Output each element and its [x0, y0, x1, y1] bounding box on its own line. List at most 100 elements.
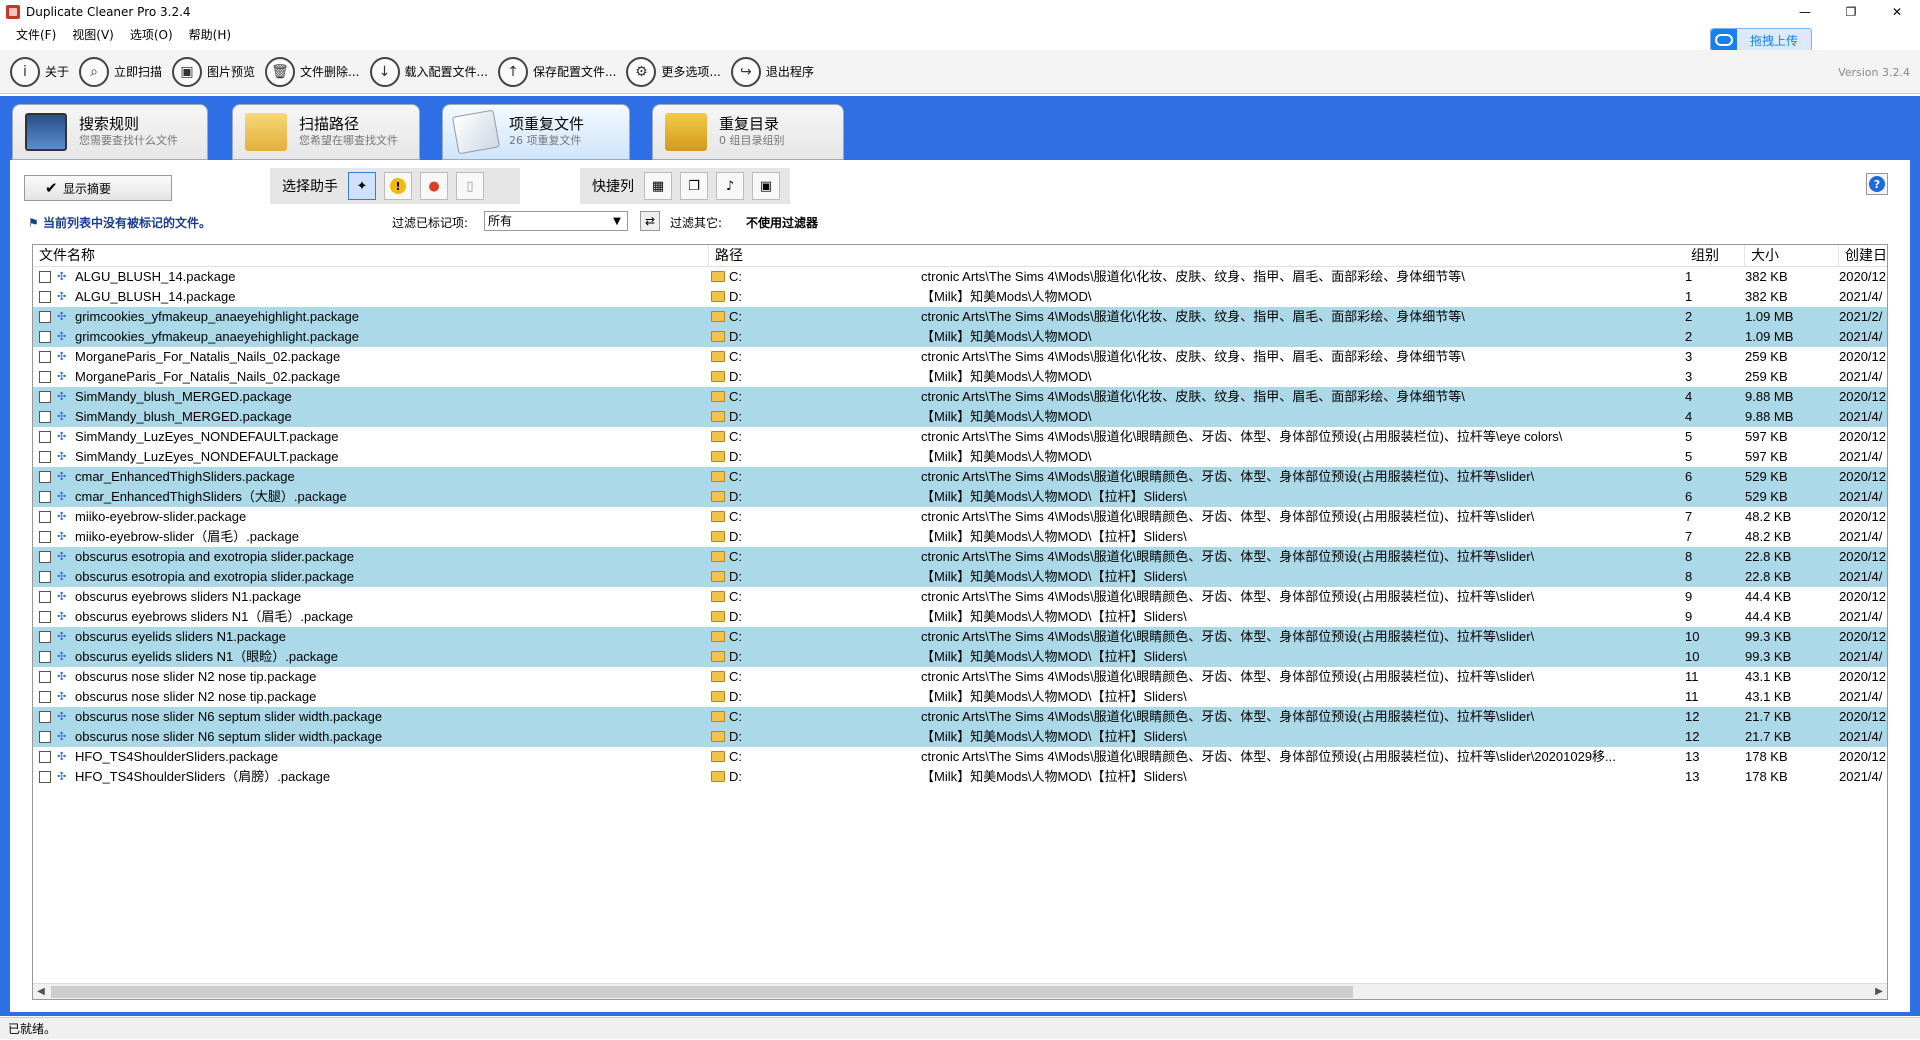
tab-scan-path[interactable]: 扫描路径 您希望在哪查找文件 [232, 104, 420, 160]
column-header-group[interactable]: 组别 [1685, 245, 1745, 267]
table-row[interactable]: ✣ obscurus nose slider N6 septum slider w… [33, 727, 1887, 747]
table-row[interactable]: ✣ obscurus eyebrows sliders N1.package C: c… [33, 587, 1887, 607]
table-row[interactable]: ✣ ALGU_BLUSH_14.package C: ctronic Arts\The… [33, 267, 1887, 287]
scroll-left-icon[interactable]: ◀ [33, 984, 49, 999]
maximize-button[interactable]: ❐ [1828, 0, 1874, 24]
row-checkbox[interactable] [39, 391, 51, 403]
tab-search-rules[interactable]: 搜索规则 您需要查找什么文件 [12, 104, 208, 160]
column-header-created[interactable]: 创建日 [1839, 245, 1887, 267]
row-checkbox[interactable] [39, 771, 51, 783]
refresh-button[interactable]: ⇄ [640, 211, 660, 231]
row-checkbox[interactable] [39, 471, 51, 483]
music-icon[interactable]: ♪ [716, 172, 744, 200]
table-row[interactable]: ✣ SimMandy_LuzEyes_NONDEFAULT.package C: ct… [33, 427, 1887, 447]
row-checkbox[interactable] [39, 451, 51, 463]
toolbar-button-image[interactable]: ▣ 图片预览 [172, 54, 255, 90]
group-number: 6 [1685, 469, 1693, 484]
column-header-path[interactable]: 路径 [709, 245, 1711, 267]
drag-upload-button[interactable]: 拖拽上传 [1710, 28, 1812, 52]
table-row[interactable]: ✣ SimMandy_blush_MERGED.package D: 【Milk】知美… [33, 407, 1887, 427]
row-checkbox[interactable] [39, 331, 51, 343]
table-row[interactable]: ✣ obscurus eyebrows sliders N1（眉毛）.packag… [33, 607, 1887, 627]
row-checkbox[interactable] [39, 531, 51, 543]
row-checkbox[interactable] [39, 611, 51, 623]
row-checkbox[interactable] [39, 591, 51, 603]
row-checkbox[interactable] [39, 671, 51, 683]
table-row[interactable]: ✣ MorganeParis_For_Natalis_Nails_02.packa… [33, 347, 1887, 367]
row-checkbox[interactable] [39, 571, 51, 583]
show-summary-button[interactable]: ✔ 显示摘要 [24, 175, 172, 201]
row-checkbox[interactable] [39, 711, 51, 723]
warning-icon[interactable]: ! [384, 172, 412, 200]
horizontal-scrollbar[interactable]: ◀ ▶ [33, 983, 1887, 999]
row-checkbox[interactable] [39, 311, 51, 323]
file-size: 48.2 KB [1745, 529, 1792, 544]
table-row[interactable]: ✣ miiko-eyebrow-slider（眉毛）.package D: 【Milk… [33, 527, 1887, 547]
row-checkbox[interactable] [39, 491, 51, 503]
folder-icon [711, 311, 725, 322]
row-checkbox[interactable] [39, 431, 51, 443]
row-checkbox[interactable] [39, 691, 51, 703]
table-row[interactable]: ✣ HFO_TS4ShoulderSliders.package C: ctronic… [33, 747, 1887, 767]
column-header-size[interactable]: 大小 [1745, 245, 1839, 267]
unmark-icon[interactable]: ● [420, 172, 448, 200]
wand-icon[interactable]: ✦ [348, 172, 376, 200]
window-icon[interactable]: ❐ [680, 172, 708, 200]
menu-view[interactable]: 视图(V) [64, 24, 122, 46]
help-button[interactable]: ? [1866, 173, 1888, 195]
toolbar-button-gear[interactable]: ⚙ 更多选项... [626, 54, 721, 90]
table-row[interactable]: ✣ obscurus eyelids sliders N1（眼睑）.package… [33, 647, 1887, 667]
row-checkbox[interactable] [39, 411, 51, 423]
row-checkbox[interactable] [39, 371, 51, 383]
row-checkbox[interactable] [39, 731, 51, 743]
row-checkbox[interactable] [39, 511, 51, 523]
row-checkbox[interactable] [39, 651, 51, 663]
table-row[interactable]: ✣ obscurus nose slider N2 nose tip.packag… [33, 687, 1887, 707]
filter-marked-select[interactable]: 所有 ▼ [484, 211, 628, 231]
grid-icon[interactable]: ▦ [644, 172, 672, 200]
toolbar-button-download[interactable]: ↓ 载入配置文件... [369, 54, 488, 90]
row-checkbox[interactable] [39, 631, 51, 643]
toolbar-button-exit[interactable]: ↪ 退出程序 [730, 54, 814, 90]
document-icon[interactable]: ▯ [456, 172, 484, 200]
minimize-button[interactable]: — [1782, 0, 1828, 24]
table-row[interactable]: ✣ obscurus nose slider N2 nose tip.packag… [33, 667, 1887, 687]
tab-duplicate-files[interactable]: 项重复文件 26 项重复文件 [442, 104, 630, 160]
toolbar-button-search[interactable]: ⌕ 立即扫描 [79, 54, 162, 90]
scrollbar-thumb[interactable] [51, 986, 1353, 998]
menu-file[interactable]: 文件(F) [8, 24, 64, 46]
close-button[interactable]: ✕ [1874, 0, 1920, 24]
group-number: 10 [1685, 649, 1700, 664]
table-row[interactable]: ✣ grimcookies_yfmakeup_anaeyehighlight.pa… [33, 307, 1887, 327]
filter-other-value[interactable]: 不使用过滤器 [746, 214, 818, 231]
row-checkbox[interactable] [39, 291, 51, 303]
toolbar-button-info[interactable]: i 关于 [10, 54, 69, 90]
row-checkbox[interactable] [39, 271, 51, 283]
table-row[interactable]: ✣ MorganeParis_For_Natalis_Nails_02.packa… [33, 367, 1887, 387]
menu-help[interactable]: 帮助(H) [181, 24, 239, 46]
picture-icon[interactable]: ▣ [752, 172, 780, 200]
table-row[interactable]: ✣ SimMandy_blush_MERGED.package C: ctronic … [33, 387, 1887, 407]
table-row[interactable]: ✣ ALGU_BLUSH_14.package D: 【Milk】知美Mods\人物M… [33, 287, 1887, 307]
toolbar-button-trash[interactable]: 🗑 文件删除... [265, 54, 360, 90]
table-row[interactable]: ✣ miiko-eyebrow-slider.package C: ctronic A… [33, 507, 1887, 527]
toolbar-button-upload[interactable]: ↑ 保存配置文件... [497, 54, 616, 90]
table-row[interactable]: ✣ cmar_EnhancedThighSliders.package C: ctro… [33, 467, 1887, 487]
table-row[interactable]: ✣ cmar_EnhancedThighSliders（大腿）.package D:… [33, 487, 1887, 507]
column-header-name[interactable]: 文件名称 [33, 245, 709, 267]
table-row[interactable]: ✣ HFO_TS4ShoulderSliders（肩膀）.package D: 【Mi… [33, 767, 1887, 787]
row-checkbox[interactable] [39, 351, 51, 363]
menu-options[interactable]: 选项(O) [122, 24, 181, 46]
table-row[interactable]: ✣ obscurus esotropia and exotropia slider… [33, 547, 1887, 567]
table-row[interactable]: ✣ obscurus eyelids sliders N1.package C: ct… [33, 627, 1887, 647]
table-row[interactable]: ✣ obscurus nose slider N6 septum slider w… [33, 707, 1887, 727]
table-row[interactable]: ✣ grimcookies_yfmakeup_anaeyehighlight.pa… [33, 327, 1887, 347]
file-name: cmar_EnhancedThighSliders（大腿）.package [75, 489, 347, 504]
package-file-icon: ✣ [57, 350, 67, 363]
tab-duplicate-folders[interactable]: 重复目录 0 组目录组别 [652, 104, 844, 160]
row-checkbox[interactable] [39, 551, 51, 563]
table-row[interactable]: ✣ SimMandy_LuzEyes_NONDEFAULT.package D: 【M… [33, 447, 1887, 467]
row-checkbox[interactable] [39, 751, 51, 763]
scroll-right-icon[interactable]: ▶ [1871, 984, 1887, 999]
table-row[interactable]: ✣ obscurus esotropia and exotropia slider… [33, 567, 1887, 587]
